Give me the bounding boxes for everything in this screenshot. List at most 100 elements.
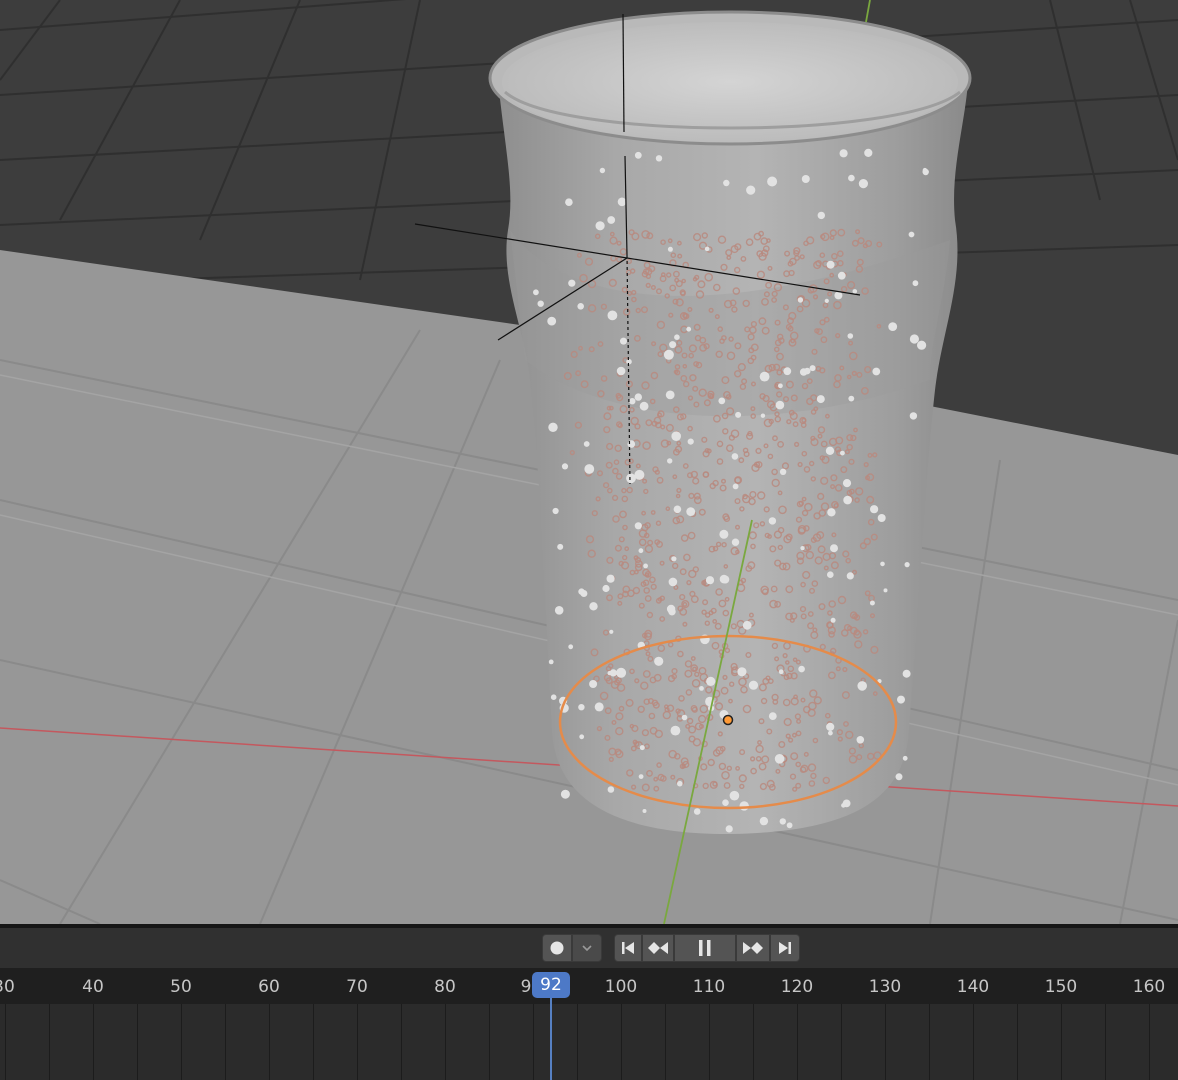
frame-label: 60 <box>258 977 280 997</box>
droplet <box>847 333 854 339</box>
track-grid-line <box>225 1004 226 1080</box>
track-grid-line <box>137 1004 138 1080</box>
droplet <box>634 469 645 480</box>
droplet <box>634 151 642 159</box>
frame-label: 140 <box>956 977 990 997</box>
droplet <box>687 438 694 445</box>
frame-label: 130 <box>868 977 902 997</box>
droplet <box>801 175 810 183</box>
track-grid-line <box>489 1004 490 1080</box>
droplet <box>742 620 752 630</box>
droplet <box>729 790 740 801</box>
track-grid-line <box>269 1004 270 1080</box>
droplet <box>908 231 915 238</box>
keying-menu-button[interactable] <box>572 934 602 962</box>
droplet <box>803 367 811 375</box>
droplet <box>869 600 875 606</box>
droplet <box>858 179 869 189</box>
frame-label: 40 <box>82 977 104 997</box>
jump-to-end-button[interactable] <box>770 934 800 962</box>
previous-keyframe-button[interactable] <box>642 934 674 962</box>
track-grid-line <box>313 1004 314 1080</box>
droplet <box>864 148 873 157</box>
droplet <box>731 453 739 460</box>
droplet <box>718 397 726 405</box>
droplet <box>699 686 704 691</box>
track-grid-line <box>49 1004 50 1080</box>
droplet <box>778 383 783 389</box>
current-frame-indicator[interactable]: 92 <box>532 972 570 998</box>
droplet <box>548 422 558 432</box>
droplet <box>629 398 636 405</box>
droplet <box>719 529 729 539</box>
droplet <box>627 440 636 448</box>
chevron-down-icon <box>582 945 592 952</box>
track-grid-line <box>577 1004 578 1080</box>
playhead[interactable] <box>550 998 552 1080</box>
frame-ruler[interactable]: 30 40 50 60 70 80 9 100 110 120 130 140 … <box>0 968 1178 1004</box>
droplet <box>617 197 627 207</box>
frame-label: 100 <box>604 977 638 997</box>
droplet <box>589 602 598 611</box>
auto-keying-button[interactable] <box>542 934 572 962</box>
track-grid-line <box>973 1004 974 1080</box>
frame-label: 120 <box>780 977 814 997</box>
droplet <box>768 712 777 720</box>
frame-label: 150 <box>1044 977 1078 997</box>
droplet <box>620 337 627 345</box>
droplet <box>602 584 610 593</box>
timeline-track-area[interactable] <box>0 1004 1178 1080</box>
3d-viewport[interactable] <box>0 0 1178 924</box>
droplet <box>668 608 676 616</box>
droplet <box>786 822 793 829</box>
track-grid-line <box>709 1004 710 1080</box>
droplet <box>824 298 829 303</box>
droplet <box>550 694 557 700</box>
frame-label: 30 <box>0 977 15 997</box>
track-grid-line <box>445 1004 446 1080</box>
droplet <box>852 289 858 294</box>
droplet <box>606 574 615 583</box>
droplet <box>616 667 627 678</box>
track-grid-line <box>621 1004 622 1080</box>
droplet <box>584 464 595 474</box>
droplet <box>667 246 673 252</box>
frame-label: 50 <box>170 977 192 997</box>
droplet <box>839 149 848 158</box>
play-pause-button[interactable] <box>674 934 736 962</box>
droplet <box>616 366 626 376</box>
droplet <box>783 367 792 376</box>
droplet <box>725 825 733 833</box>
frame-label: 110 <box>692 977 726 997</box>
object-origin[interactable] <box>722 714 734 726</box>
track-grid-line <box>841 1004 842 1080</box>
droplet <box>557 543 564 550</box>
next-keyframe-button[interactable] <box>736 934 770 962</box>
droplet <box>579 734 585 740</box>
droplet <box>594 702 604 712</box>
droplet <box>848 395 855 402</box>
droplet <box>547 316 557 326</box>
droplet <box>677 780 683 787</box>
droplet <box>686 326 692 332</box>
droplet <box>654 656 664 666</box>
droplet <box>561 463 569 470</box>
droplet <box>669 341 677 349</box>
droplet <box>704 246 710 252</box>
droplet <box>671 556 677 562</box>
track-grid-line <box>357 1004 358 1080</box>
record-dot-icon <box>550 941 564 955</box>
droplet <box>846 572 854 580</box>
droplet <box>830 617 836 623</box>
droplet <box>809 365 816 372</box>
droplet <box>722 799 729 806</box>
frame-label: 70 <box>346 977 368 997</box>
jump-to-start-button[interactable] <box>614 934 642 962</box>
droplet <box>841 803 846 808</box>
jump-to-end-icon <box>779 942 791 954</box>
droplet <box>759 371 770 382</box>
droplet <box>607 216 616 224</box>
droplet <box>877 514 886 522</box>
droplet <box>827 508 836 517</box>
droplet <box>797 297 804 303</box>
